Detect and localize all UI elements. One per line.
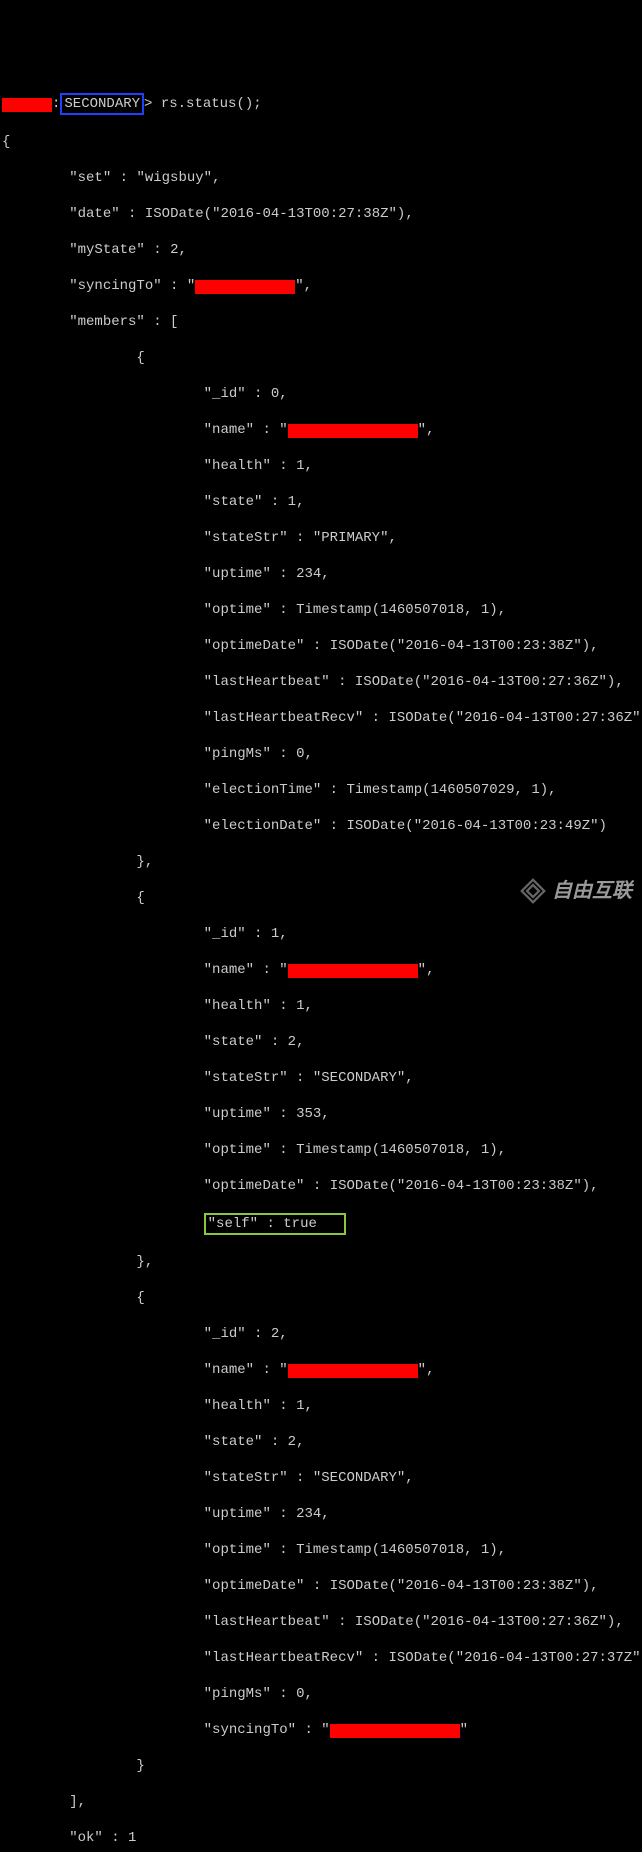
- value: 2: [288, 1034, 296, 1050]
- watermark: 自由互联: [518, 876, 632, 906]
- value: ISODate("2016-04-13T00:27:38Z"): [145, 206, 405, 222]
- redacted-host: XXXXXXXXXXXXX: [288, 424, 418, 438]
- value: Timestamp(1460507029, 1): [346, 782, 548, 798]
- key: "optimeDate": [204, 1578, 305, 1594]
- key: "set": [69, 170, 111, 186]
- value: "wigsbuy": [136, 170, 212, 186]
- key: "electionDate": [204, 818, 322, 834]
- key: "lastHeartbeat": [204, 674, 330, 690]
- key: "stateStr": [204, 530, 288, 546]
- prompt-gt: >: [144, 96, 152, 112]
- value: "PRIMARY": [313, 530, 389, 546]
- key: "uptime": [204, 566, 271, 582]
- value: ISODate("2016-04-13T00:23:38Z"): [330, 638, 590, 654]
- key: "name": [204, 1362, 254, 1378]
- watermark-text: 自由互联: [552, 882, 632, 900]
- value: ISODate("2016-04-13T00:27:36Z"): [355, 1614, 615, 1630]
- key: "optime": [204, 1142, 271, 1158]
- self-highlight-box: "self" : true: [204, 1213, 346, 1235]
- value: ISODate("2016-04-13T00:27:37Z"): [389, 1650, 642, 1666]
- key: "_id": [204, 1326, 246, 1342]
- watermark-logo-icon: [518, 876, 548, 906]
- key: "_id": [204, 386, 246, 402]
- key: "name": [204, 422, 254, 438]
- terminal-output[interactable]: XXXXX:SECONDARY> rs.status(); { "set" : …: [2, 75, 640, 1852]
- key: "syncingTo": [204, 1722, 296, 1738]
- value: 1: [128, 1830, 136, 1846]
- key: "state": [204, 1434, 263, 1450]
- redacted-host: XXXXXXXXXXXXX: [288, 964, 418, 978]
- role-badge-secondary: SECONDARY: [60, 93, 144, 115]
- key: "stateStr": [204, 1470, 288, 1486]
- value: Timestamp(1460507018, 1): [296, 602, 498, 618]
- redacted-host: XXXXXXXXXXXXX: [288, 1364, 418, 1378]
- key: "lastHeartbeatRecv": [204, 710, 364, 726]
- value: 0: [271, 386, 279, 402]
- value: true: [283, 1216, 317, 1232]
- key: "members": [69, 314, 145, 330]
- key: "pingMs": [204, 1686, 271, 1702]
- key: "uptime": [204, 1506, 271, 1522]
- value: ISODate("2016-04-13T00:27:36Z"): [389, 710, 642, 726]
- redacted-hostname: XXXXX: [2, 98, 52, 112]
- value: 2: [271, 1326, 279, 1342]
- value: Timestamp(1460507018, 1): [296, 1542, 498, 1558]
- key: "optimeDate": [204, 1178, 305, 1194]
- value: 0: [296, 746, 304, 762]
- key: "health": [204, 458, 271, 474]
- value: ISODate("2016-04-13T00:23:38Z"): [330, 1578, 590, 1594]
- key: "health": [204, 1398, 271, 1414]
- key: "ok": [69, 1830, 103, 1846]
- value: 234: [296, 1506, 321, 1522]
- value: "SECONDARY": [313, 1070, 405, 1086]
- key: "state": [204, 1034, 263, 1050]
- value: Timestamp(1460507018, 1): [296, 1142, 498, 1158]
- command-text: rs.status();: [161, 96, 262, 112]
- key: "_id": [204, 926, 246, 942]
- value: ISODate("2016-04-13T00:27:36Z"): [355, 674, 615, 690]
- key: "lastHeartbeatRecv": [204, 1650, 364, 1666]
- redacted-host: XXXXXXXXXXXXX: [330, 1724, 460, 1738]
- key: "self": [208, 1216, 258, 1232]
- key: "electionTime": [204, 782, 322, 798]
- value: 1: [288, 494, 296, 510]
- value: 234: [296, 566, 321, 582]
- value: 0: [296, 1686, 304, 1702]
- value: 353: [296, 1106, 321, 1122]
- redacted-host: XXXXXXXXXX: [195, 280, 295, 294]
- value: 2: [288, 1434, 296, 1450]
- key: "pingMs": [204, 746, 271, 762]
- value: 1: [296, 458, 304, 474]
- key: "lastHeartbeat": [204, 1614, 330, 1630]
- value: ISODate("2016-04-13T00:23:49Z"): [346, 818, 606, 834]
- key: "stateStr": [204, 1070, 288, 1086]
- key: "optimeDate": [204, 638, 305, 654]
- key: "optime": [204, 1542, 271, 1558]
- key: "date": [69, 206, 119, 222]
- value: 1: [296, 998, 304, 1014]
- value: 1: [296, 1398, 304, 1414]
- key: "name": [204, 962, 254, 978]
- key: "myState": [69, 242, 145, 258]
- key: "state": [204, 494, 263, 510]
- key: "health": [204, 998, 271, 1014]
- key: "uptime": [204, 1106, 271, 1122]
- value: "SECONDARY": [313, 1470, 405, 1486]
- value: 2: [170, 242, 178, 258]
- key: "syncingTo": [69, 278, 161, 294]
- value: ISODate("2016-04-13T00:23:38Z"): [330, 1178, 590, 1194]
- key: "optime": [204, 602, 271, 618]
- value: 1: [271, 926, 279, 942]
